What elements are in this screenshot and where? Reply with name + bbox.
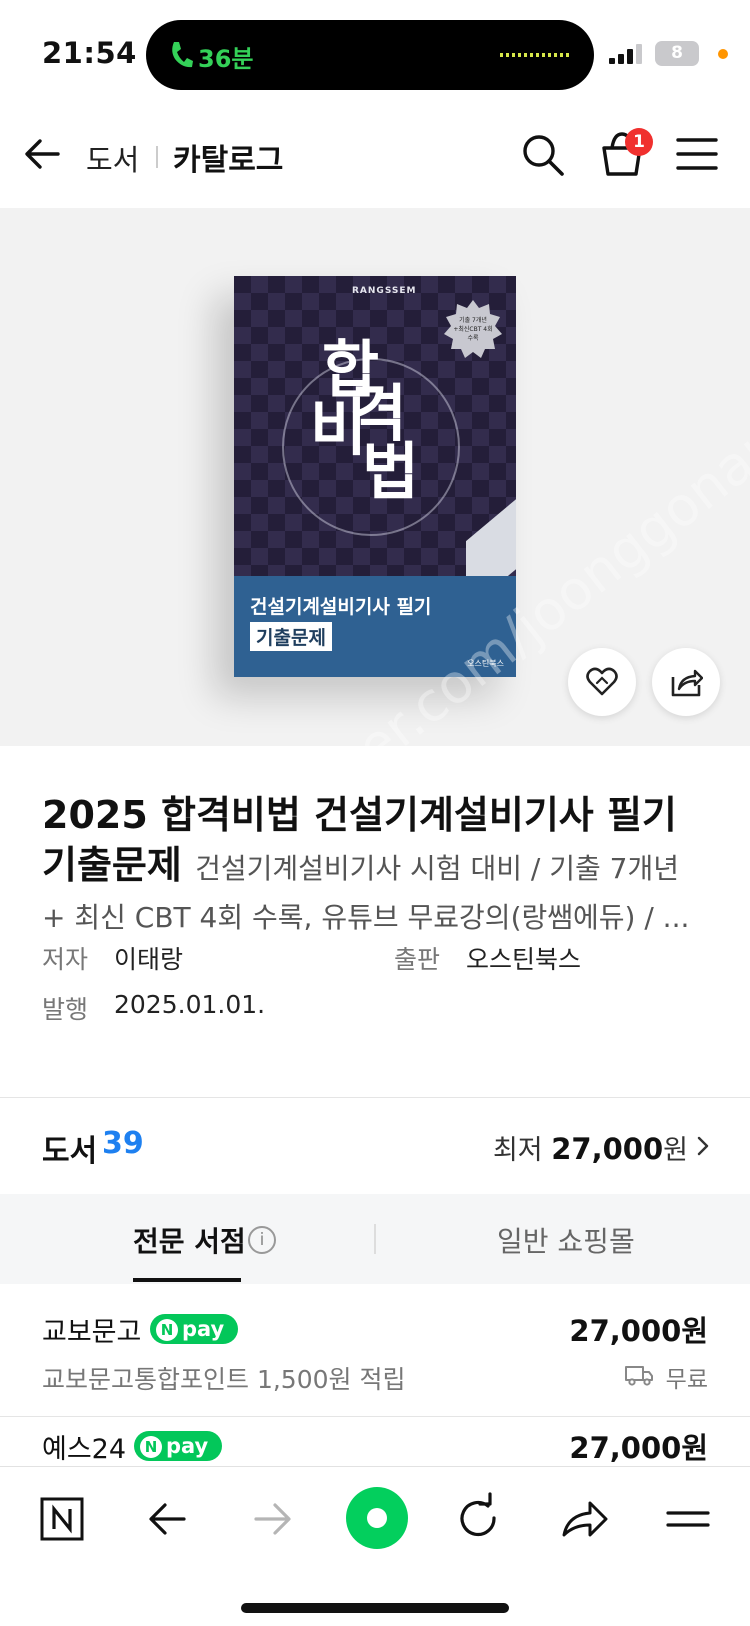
home-indicator[interactable] bbox=[241, 1603, 509, 1613]
book-cover-subtitle: 건설기계설비기사 필기 bbox=[250, 596, 432, 618]
share-icon bbox=[671, 669, 703, 697]
battery-icon: 8 bbox=[655, 41, 699, 66]
info-icon[interactable]: i bbox=[248, 1226, 276, 1254]
tab-general-mall[interactable]: 일반 쇼핑몰 bbox=[497, 1220, 635, 1260]
mic-indicator-dot bbox=[718, 49, 728, 59]
browser-forward-button[interactable] bbox=[244, 1491, 300, 1547]
seller-price: 27,000원 bbox=[569, 1314, 708, 1348]
call-duration: 36분 bbox=[198, 45, 254, 73]
phone-icon bbox=[172, 42, 193, 68]
seller-name: 예스24 bbox=[42, 1434, 127, 1465]
seller-row[interactable]: 교보문고 Npay 27,000원 교보문고통합포인트 1,500원 적립 무료 bbox=[0, 1284, 750, 1416]
seller-row[interactable]: 예스24 Npay 27,000원 bbox=[0, 1417, 750, 1466]
browser-toolbar bbox=[0, 1466, 750, 1626]
lowest-price[interactable]: 최저 27,000원 bbox=[493, 1128, 688, 1167]
svg-text:수록: 수록 bbox=[467, 335, 479, 342]
seller-count-row[interactable]: 도서 39 최저 27,000원 bbox=[0, 1098, 750, 1194]
npay-badge-text: pay bbox=[166, 1434, 209, 1458]
author-value[interactable]: 이태랑 bbox=[114, 940, 183, 976]
book-seal-badge: 기출 7개년 +최신CBT 4회 수록 bbox=[444, 300, 502, 358]
battery-level: 8 bbox=[671, 43, 683, 63]
wishlist-button[interactable] bbox=[568, 648, 636, 716]
chevron-right-icon bbox=[697, 1136, 709, 1156]
npay-badge: Npay bbox=[134, 1431, 223, 1461]
date-value: 2025.01.01. bbox=[114, 990, 266, 1019]
store-tabs: 전문 서점 i 일반 쇼핑몰 bbox=[0, 1194, 750, 1284]
status-bar: 21:54 36분 8 bbox=[0, 0, 750, 100]
seller-count: 39 bbox=[102, 1126, 144, 1161]
menu-icon[interactable] bbox=[676, 136, 718, 172]
header-category[interactable]: 도서 bbox=[86, 137, 139, 179]
seller-price: 27,000원 bbox=[569, 1431, 708, 1465]
publisher-value[interactable]: 오스틴북스 bbox=[466, 940, 581, 976]
naver-home-button[interactable] bbox=[34, 1491, 90, 1547]
seller-point: 교보문고통합포인트 1,500원 적립 bbox=[42, 1365, 406, 1394]
reload-icon bbox=[460, 1492, 496, 1537]
lowest-price-value: 27,000 bbox=[551, 1132, 664, 1166]
back-arrow-icon[interactable] bbox=[22, 134, 62, 174]
product-title-sub: 건설기계설비기사 시험 대비 / 기출 7개년 bbox=[195, 852, 679, 885]
book-brand: RANGSSEM bbox=[352, 286, 417, 296]
share-page-button[interactable] bbox=[556, 1491, 612, 1547]
svg-text:+최신CBT 4회: +최신CBT 4회 bbox=[453, 325, 492, 333]
browser-menu-button[interactable] bbox=[660, 1491, 716, 1547]
publisher-label: 출판 bbox=[394, 945, 441, 974]
active-tab-underline bbox=[133, 1278, 241, 1282]
share-button[interactable] bbox=[652, 648, 720, 716]
header-title: 카탈로그 bbox=[173, 143, 284, 178]
tab-separator bbox=[374, 1224, 376, 1254]
lowest-price-label: 최저 bbox=[492, 1135, 543, 1166]
browser-back-button[interactable] bbox=[140, 1491, 196, 1547]
arrow-right-icon bbox=[254, 1503, 291, 1535]
status-time: 21:54 bbox=[42, 36, 137, 70]
heart-icon bbox=[586, 667, 618, 696]
signal-icon bbox=[609, 44, 645, 64]
seller-name: 교보문고 bbox=[42, 1317, 142, 1348]
search-icon[interactable] bbox=[520, 132, 566, 178]
book-cover-tag: 기출문제 bbox=[250, 622, 332, 651]
menu-icon bbox=[666, 1511, 710, 1527]
seller-shipping: 무료 bbox=[665, 1367, 708, 1393]
arrow-left-icon bbox=[149, 1503, 186, 1535]
tab-specialty-bookstore[interactable]: 전문 서점 bbox=[133, 1220, 246, 1260]
npay-logo-icon: N bbox=[156, 1319, 178, 1341]
lowest-price-unit: 원 bbox=[663, 1135, 688, 1166]
seller-count-label: 도서 bbox=[42, 1134, 98, 1169]
dynamic-island-call[interactable]: 36분 bbox=[146, 20, 594, 90]
npay-badge-text: pay bbox=[182, 1317, 225, 1341]
header-separator bbox=[156, 146, 158, 168]
npay-logo-icon: N bbox=[140, 1436, 162, 1458]
share-arrow-icon bbox=[562, 1501, 608, 1537]
audio-wave-icon bbox=[500, 53, 572, 57]
book-cover-image[interactable]: RANGSSEM 기출 7개년 +최신CBT 4회 수록 합 격 비 법 건설기… bbox=[234, 276, 516, 677]
truck-icon bbox=[625, 1366, 653, 1386]
npay-badge: Npay bbox=[150, 1314, 239, 1344]
green-dot-icon bbox=[367, 1508, 387, 1528]
naver-n-icon bbox=[40, 1497, 84, 1541]
product-description[interactable]: + 최신 CBT 4회 수록, 유튜브 무료강의(랑쌤에듀) / ... bbox=[42, 896, 689, 936]
product-image-area: RANGSSEM 기출 7개년 +최신CBT 4회 수록 합 격 비 법 건설기… bbox=[0, 208, 750, 746]
reload-button[interactable] bbox=[450, 1491, 506, 1547]
book-cover-title: 합 격 비 법 bbox=[310, 338, 419, 504]
product-title: 2025 합격비법 건설기계설비기사 필기 기출문제 건설기계설비기사 시험 대… bbox=[42, 790, 722, 894]
green-dot-button[interactable] bbox=[346, 1487, 408, 1549]
cart-badge: 1 bbox=[625, 128, 653, 156]
author-label: 저자 bbox=[42, 945, 89, 974]
svg-text:기출 7개년: 기출 7개년 bbox=[459, 316, 487, 324]
date-label: 발행 bbox=[42, 995, 89, 1024]
